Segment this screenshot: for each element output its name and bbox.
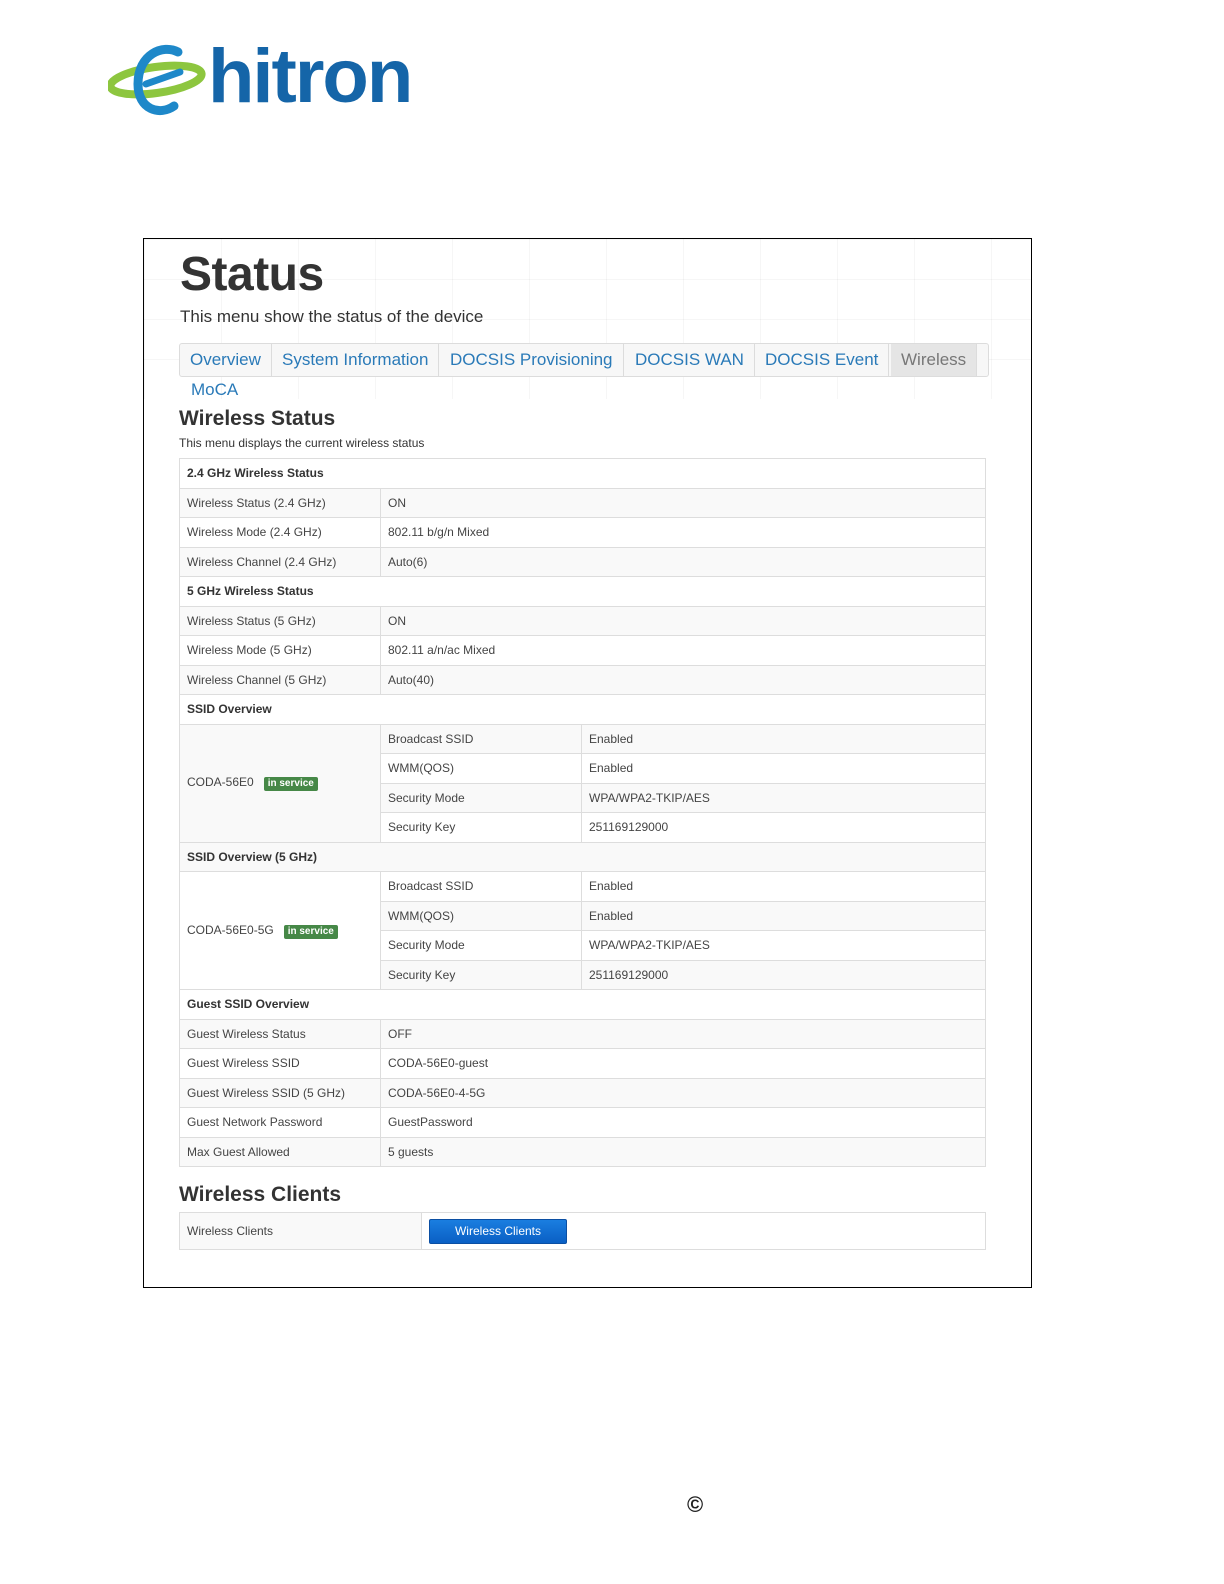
row-label: Wireless Status (2.4 GHz) [179, 487, 381, 518]
table-row: Wireless Mode (2.4 GHz) 802.11 b/g/n Mix… [179, 517, 986, 548]
table-row: Max Guest Allowed 5 guests [179, 1136, 986, 1167]
row-label: Guest Wireless Status [179, 1018, 381, 1049]
table-row: Guest Network Password GuestPassword [179, 1107, 986, 1138]
wireless-clients-title: Wireless Clients [179, 1183, 342, 1206]
row-label: Guest Wireless SSID [179, 1048, 381, 1079]
status-tabs: Overview System Information DOCSIS Provi… [179, 343, 989, 377]
table-row: Wireless Channel (5 GHz) Auto(40) [179, 664, 986, 695]
row-label: Wireless Mode (2.4 GHz) [179, 517, 381, 548]
guest-header: Guest SSID Overview [179, 989, 986, 1020]
table-row: Wireless Status (5 GHz) ON [179, 605, 986, 636]
wireless-status-description: This menu displays the current wireless … [179, 436, 425, 450]
copyright-symbol: © [687, 1492, 704, 1517]
table-row: Guest Wireless Status OFF [179, 1018, 986, 1049]
table-section-header: Guest SSID Overview [179, 989, 986, 1020]
status-badge: in service [283, 924, 338, 939]
tab-wireless[interactable]: Wireless [891, 344, 978, 376]
page-title: Status [180, 248, 324, 301]
row-value: WPA/WPA2-TKIP/AES [581, 930, 986, 961]
row-value: 251169129000 [581, 812, 986, 843]
row-value: Auto(6) [380, 546, 986, 577]
table-section-header: 2.4 GHz Wireless Status [179, 458, 986, 489]
band5-header: 5 GHz Wireless Status [179, 576, 986, 607]
row-label: WMM(QOS) [380, 900, 582, 931]
ssid-name-cell: CODA-56E0-5G in service [179, 871, 381, 990]
row-value: Auto(40) [380, 664, 986, 695]
wireless-clients-label: Wireless Clients [179, 1212, 422, 1250]
row-label: Max Guest Allowed [179, 1136, 381, 1167]
tab-overview[interactable]: Overview [180, 344, 272, 376]
row-value: GuestPassword [380, 1107, 986, 1138]
row-label: Security Mode [380, 782, 582, 813]
wireless-clients-button-cell: Wireless Clients [421, 1212, 986, 1250]
row-label: Security Mode [380, 930, 582, 961]
table-row: Wireless Channel (2.4 GHz) Auto(6) [179, 546, 986, 577]
table-row: CODA-56E0 in service Broadcast SSID Enabl… [179, 723, 986, 843]
wireless-clients-table: Wireless Clients Wireless Clients [179, 1212, 986, 1250]
row-value: Enabled [581, 753, 986, 784]
band24-header: 2.4 GHz Wireless Status [179, 458, 986, 489]
ssid-name-cell: CODA-56E0 in service [179, 723, 381, 843]
status-page-screenshot: Status This menu show the status of the … [143, 238, 1032, 1288]
ssid-name: CODA-56E0-5G [187, 922, 274, 937]
table-row: Wireless Clients Wireless Clients [179, 1212, 986, 1250]
row-value: CODA-56E0-guest [380, 1048, 986, 1079]
ssid-name: CODA-56E0 [187, 775, 254, 789]
hitron-swoosh-icon [108, 44, 206, 116]
table-section-header: 5 GHz Wireless Status [179, 576, 986, 607]
row-value: 251169129000 [581, 959, 986, 990]
logo-wordmark: hitron [208, 34, 413, 119]
tab-docsis-event[interactable]: DOCSIS Event [755, 344, 890, 376]
row-label: Broadcast SSID [380, 871, 582, 902]
row-label: Guest Wireless SSID (5 GHz) [179, 1077, 381, 1108]
row-label: Security Key [380, 812, 582, 843]
row-label: Wireless Channel (2.4 GHz) [179, 546, 381, 577]
row-label: Security Key [380, 959, 582, 990]
row-label: Broadcast SSID [380, 723, 582, 754]
ssid24-header: SSID Overview [179, 694, 986, 725]
row-value: 802.11 a/n/ac Mixed [380, 635, 986, 666]
wireless-status-table: 2.4 GHz Wireless Status Wireless Status … [179, 458, 986, 1167]
row-value: 802.11 b/g/n Mixed [380, 517, 986, 548]
row-label: Wireless Status (5 GHz) [179, 605, 381, 636]
row-label: WMM(QOS) [380, 753, 582, 784]
status-badge: in service [263, 777, 318, 791]
table-section-header: SSID Overview (5 GHz) [179, 841, 986, 872]
row-value: CODA-56E0-4-5G [380, 1077, 986, 1108]
row-value: ON [380, 605, 986, 636]
wireless-status-title: Wireless Status [179, 407, 336, 430]
tab-docsis-wan[interactable]: DOCSIS WAN [625, 344, 755, 376]
tab-moca[interactable]: MoCA [181, 375, 248, 405]
table-row: Guest Wireless SSID CODA-56E0-guest [179, 1048, 986, 1079]
row-label: Guest Network Password [179, 1107, 381, 1138]
row-value: 5 guests [380, 1136, 986, 1167]
tab-system-information[interactable]: System Information [272, 344, 440, 376]
table-row: Wireless Status (2.4 GHz) ON [179, 487, 986, 518]
tab-docsis-provisioning[interactable]: DOCSIS Provisioning [440, 344, 624, 376]
hitron-logo: hitron [108, 34, 428, 120]
row-label: Wireless Channel (5 GHz) [179, 664, 381, 695]
row-value: Enabled [581, 871, 986, 902]
row-value: Enabled [581, 900, 986, 931]
row-value: WPA/WPA2-TKIP/AES [581, 782, 986, 813]
table-section-header: SSID Overview [179, 694, 986, 725]
table-row: Guest Wireless SSID (5 GHz) CODA-56E0-4-… [179, 1077, 986, 1108]
row-value: ON [380, 487, 986, 518]
ssid5-header: SSID Overview (5 GHz) [179, 841, 986, 872]
table-row: Wireless Mode (5 GHz) 802.11 a/n/ac Mixe… [179, 635, 986, 666]
table-row: CODA-56E0-5G in service Broadcast SSID En… [179, 871, 986, 990]
row-value: Enabled [581, 723, 986, 754]
row-label: Wireless Mode (5 GHz) [179, 635, 381, 666]
page-subtitle: This menu show the status of the device [180, 307, 484, 326]
wireless-clients-button[interactable]: Wireless Clients [429, 1218, 567, 1244]
row-value: OFF [380, 1018, 986, 1049]
